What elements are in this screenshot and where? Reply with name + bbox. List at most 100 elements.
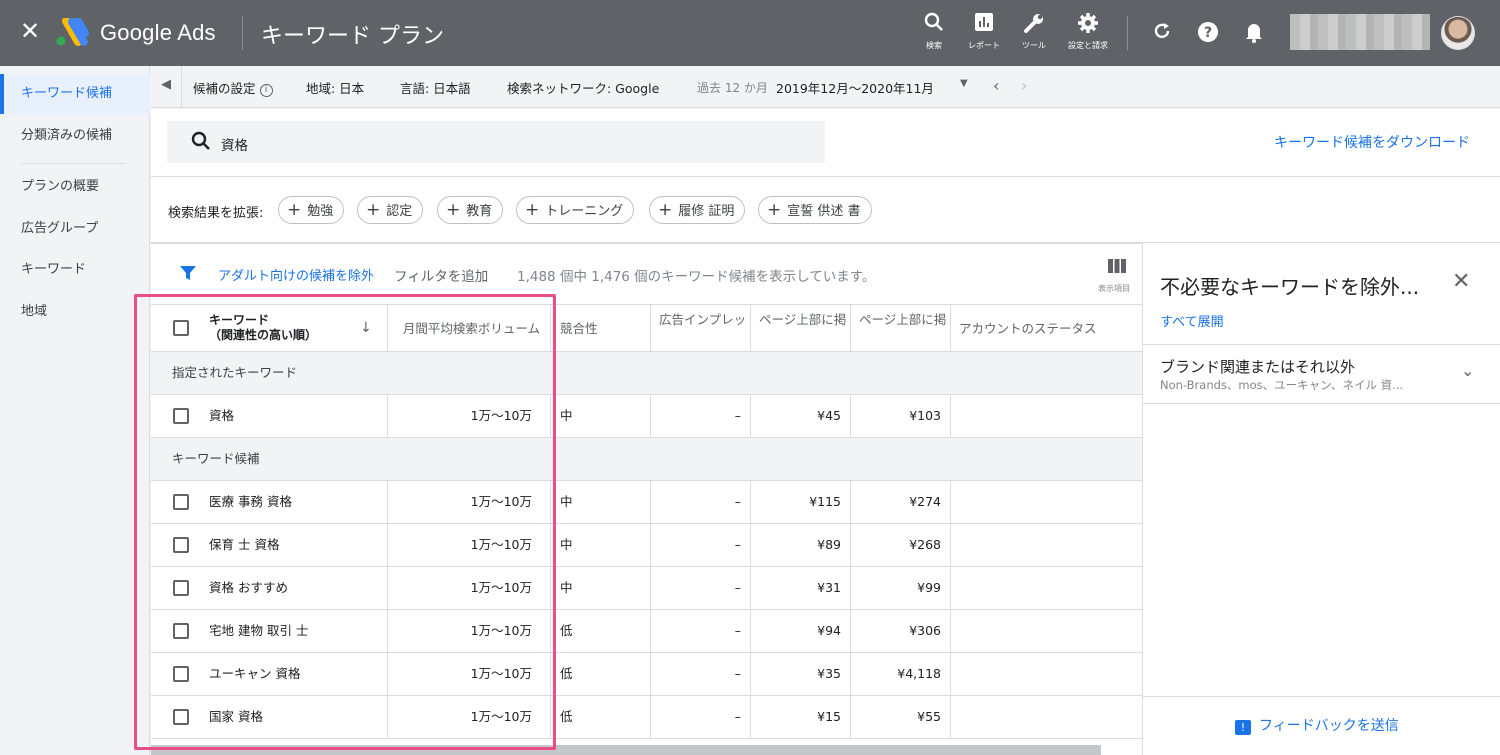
account-status-cell [950, 481, 1142, 523]
sidebar-item-keywords[interactable]: キーワード [0, 250, 150, 290]
bid-high-cell: ¥4,118 [850, 653, 950, 695]
row-checkbox[interactable] [173, 666, 189, 682]
chip-label: 宣誓 供述 書 [787, 204, 861, 219]
keyword-cell: 宅地 建物 取引 士 [209, 623, 309, 638]
table-row[interactable]: 資格 1万～10万 中 – ¥45 ¥103 [151, 395, 1142, 438]
tools-button[interactable]: ツール [1009, 12, 1059, 51]
chip-label: トレーニング [545, 204, 624, 219]
report-tool-button[interactable]: レポート [959, 12, 1009, 51]
date-range-select[interactable]: 2019年12月～2020年11月 [776, 78, 934, 97]
account-status-header[interactable]: アカウントのステータス [950, 305, 1142, 352]
filter-icon[interactable] [179, 264, 197, 282]
expand-chip[interactable]: + トレーニング [516, 196, 635, 224]
keyword-search-input[interactable]: 資格 [167, 121, 825, 163]
search-value: 資格 [221, 138, 248, 154]
keyword-header[interactable]: キーワード （関連性の高い順） [209, 313, 317, 343]
competition-header[interactable]: 競合性 [550, 305, 650, 352]
sidebar-item-plan-overview[interactable]: プランの概要 [0, 167, 150, 207]
impression-header[interactable]: 広告インプレッ [650, 305, 750, 352]
expand-chip[interactable]: + 履修 証明 [649, 196, 746, 224]
period-label: 過去 12 か月 [697, 81, 768, 95]
network-setting[interactable]: 検索ネットワーク: Google [507, 78, 659, 97]
volume-header[interactable]: 月間平均検索ボリューム [387, 305, 550, 352]
plus-icon: + [767, 200, 782, 220]
account-status-cell [950, 524, 1142, 566]
settings-billing-button[interactable]: 設定と請求 [1063, 12, 1113, 51]
sort-arrow-icon[interactable]: ↓ [360, 320, 372, 336]
close-icon[interactable]: ✕ [1452, 269, 1470, 294]
svg-text:?: ? [1204, 25, 1212, 41]
sidebar-item-ad-groups[interactable]: 広告グループ [0, 209, 150, 249]
expand-chip[interactable]: + 認定 [357, 196, 424, 224]
bid-low-header[interactable]: ページ上部に掲 [750, 305, 850, 352]
row-checkbox[interactable] [173, 537, 189, 553]
table-row[interactable]: 資格 おすすめ 1万～10万中 – ¥31 ¥99 [151, 567, 1142, 610]
collapse-sidebar-icon[interactable]: ◀ [161, 77, 171, 92]
volume-cell: 1万～10万 [387, 395, 550, 437]
select-all-checkbox[interactable] [173, 320, 189, 336]
panel-title: 不必要なキーワードを除外... [1160, 275, 1420, 299]
row-checkbox[interactable] [173, 408, 189, 424]
volume-cell: 1万～10万 [387, 481, 550, 523]
expand-all-link[interactable]: すべて展開 [1160, 311, 1224, 330]
bid-low-cell: ¥45 [750, 395, 850, 437]
table-row[interactable]: 保育 士 資格 1万～10万中 – ¥89 ¥268 [151, 524, 1142, 567]
send-feedback-button[interactable]: ! フィードバックを送信 [1235, 715, 1399, 735]
expand-chip[interactable]: + 勉強 [278, 196, 345, 224]
columns-icon[interactable] [1108, 259, 1126, 273]
bid-high-cell: ¥268 [850, 524, 950, 566]
impression-cell: – [650, 567, 750, 609]
expand-chip[interactable]: + 宣誓 供述 書 [758, 196, 872, 224]
expand-chip[interactable]: + 教育 [437, 196, 504, 224]
dropdown-arrow-icon[interactable]: ▼ [960, 78, 968, 89]
sidebar-item-locations[interactable]: 地域 [0, 292, 150, 332]
language-setting[interactable]: 言語: 日本語 [400, 78, 471, 97]
search-tool-button[interactable]: 検索 [909, 12, 959, 51]
table-row[interactable]: ユーキャン 資格 1万～10万低 – ¥35 ¥4,118 [151, 653, 1142, 696]
chevron-down-icon[interactable]: ⌄ [1461, 361, 1474, 380]
brand-group-title[interactable]: ブランド関連またはそれ以外 [1160, 356, 1355, 377]
table-header: キーワード （関連性の高い順） ↓ 月間平均検索ボリューム 競合性 広告インプレ… [151, 304, 1142, 352]
download-ideas-link[interactable]: キーワード候補をダウンロード [1274, 132, 1470, 152]
account-status-cell [950, 653, 1142, 695]
sidebar-item-keyword-ideas[interactable]: キーワード候補 [0, 74, 150, 114]
help-icon[interactable]: ? [1196, 21, 1220, 45]
bid-high-header[interactable]: ページ上部に掲 [850, 305, 950, 352]
google-ads-logo [56, 18, 89, 46]
next-period-icon[interactable]: › [1021, 76, 1027, 95]
prev-period-icon[interactable]: ‹ [993, 76, 999, 95]
adult-exclude-filter[interactable]: アダルト向けの候補を除外 [218, 265, 374, 284]
table-row[interactable]: 国家 資格 1万～10万低 – ¥15 ¥55 [151, 696, 1142, 739]
chip-label: 認定 [386, 204, 413, 219]
volume-cell: 1万～10万 [387, 567, 550, 609]
add-filter-button[interactable]: フィルタを追加 [394, 265, 488, 285]
search-tool-label: 検索 [926, 41, 942, 50]
refresh-icon[interactable] [1150, 21, 1174, 45]
bid-low-cell: ¥35 [750, 653, 850, 695]
divider [1127, 16, 1128, 50]
info-icon[interactable]: i [259, 84, 273, 97]
account-status-cell [950, 395, 1142, 437]
impression-cell: – [650, 481, 750, 523]
row-checkbox[interactable] [173, 623, 189, 639]
table-row[interactable]: 宅地 建物 取引 士 1万～10万低 – ¥94 ¥306 [151, 610, 1142, 653]
competition-cell: 中 [550, 567, 650, 609]
bid-high-cell: ¥99 [850, 567, 950, 609]
table-row[interactable]: 医療 事務 資格 1万～10万中 – ¥115 ¥274 [151, 481, 1142, 524]
columns-label[interactable]: 表示項目 [1098, 283, 1130, 294]
chip-label: 教育 [466, 204, 493, 219]
row-checkbox[interactable] [173, 709, 189, 725]
row-checkbox[interactable] [173, 580, 189, 596]
divider [181, 66, 182, 108]
horizontal-scrollbar[interactable] [151, 745, 1101, 755]
volume-cell: 1万～10万 [387, 653, 550, 695]
gear-icon [1063, 12, 1113, 38]
avatar[interactable] [1441, 16, 1475, 50]
region-setting[interactable]: 地域: 日本 [306, 78, 364, 97]
close-icon[interactable]: ✕ [18, 19, 42, 43]
bell-icon[interactable] [1242, 21, 1266, 45]
group-row: キーワード候補 [151, 438, 1142, 481]
row-checkbox[interactable] [173, 494, 189, 510]
sidebar-item-grouped-ideas[interactable]: 分類済みの候補 [0, 116, 150, 156]
sidebar-divider [21, 163, 125, 164]
